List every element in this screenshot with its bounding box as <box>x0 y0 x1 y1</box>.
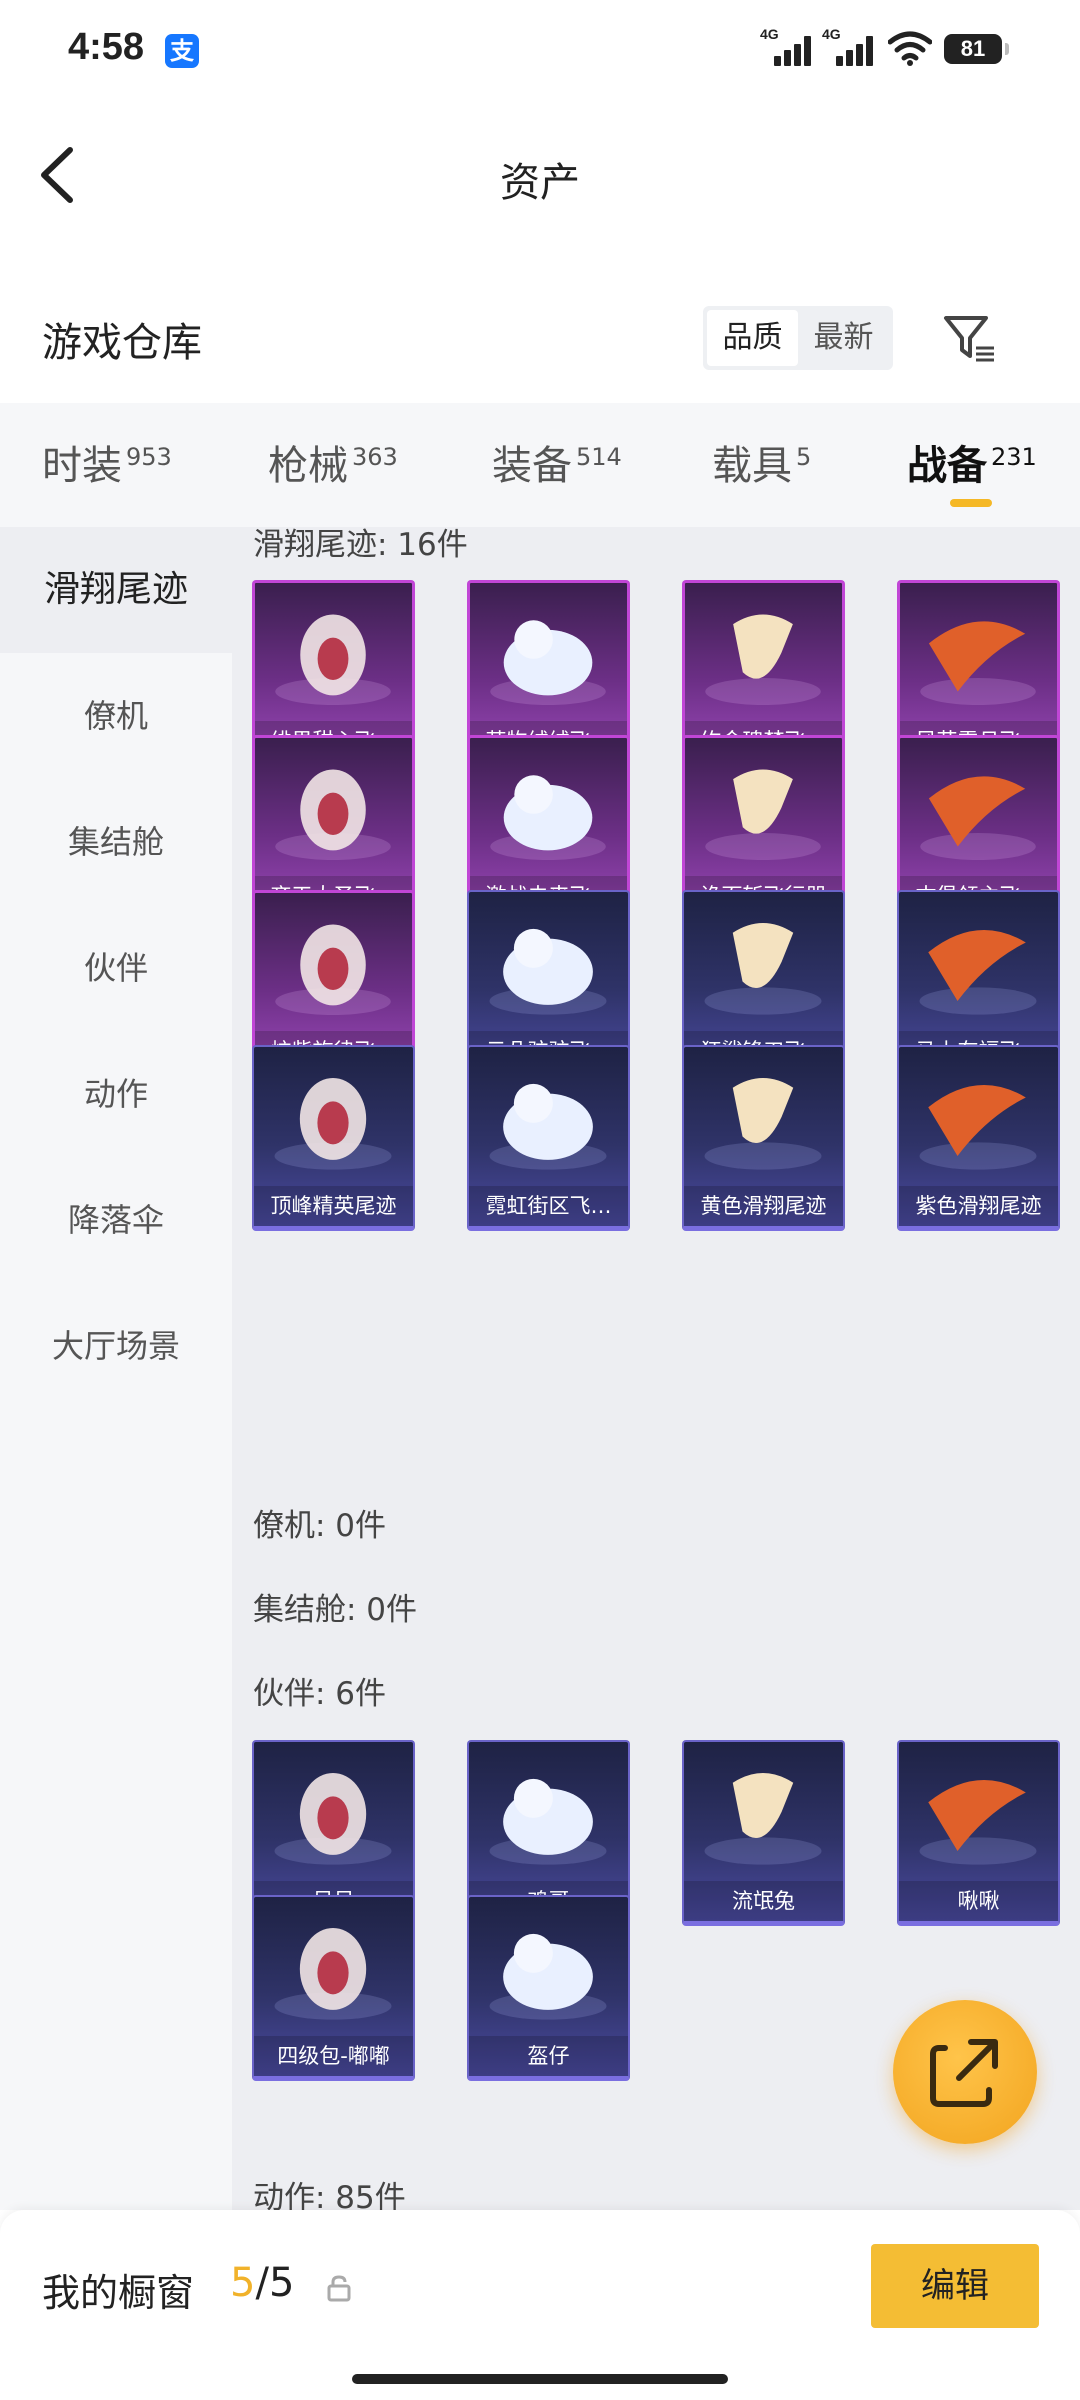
sidebar-item-lobby-scene[interactable]: 大厅场景 <box>0 1283 232 1409</box>
home-indicator <box>352 2374 728 2384</box>
partner-item-thumbnail-image <box>274 1927 392 2020</box>
sort-quality-option[interactable]: 品质 <box>707 310 798 366</box>
sidebar-item-wingman[interactable]: 僚机 <box>0 653 232 779</box>
partner-item-card[interactable]: 啾啾 <box>897 1740 1060 1926</box>
trail-item-thumbnail-image <box>704 1077 822 1170</box>
tab-fashion[interactable]: 时装 953 <box>42 433 172 491</box>
trail-item-thumbnail-image <box>490 620 606 706</box>
trail-item-name: 黄色滑翔尾迹 <box>684 1186 843 1226</box>
tab-label: 载具 <box>712 443 792 489</box>
partner-item-card[interactable]: 盔仔 <box>467 1895 630 2081</box>
tab-count: 953 <box>126 442 172 471</box>
tab-tactical[interactable]: 战备 231 <box>907 433 1037 491</box>
trail-item-thumbnail-image <box>920 621 1036 706</box>
showcase-current: 5 <box>230 2260 256 2306</box>
partner-item-thumbnail-image <box>489 1778 607 1865</box>
section-header-glide-trails: 滑翔尾迹: 16件 <box>253 527 468 563</box>
section-header-partner: 伙伴: 6件 <box>253 1676 387 1712</box>
partner-item-thumbnail-image <box>274 1772 392 1865</box>
trail-item-name: 霓虹街区飞… <box>469 1186 628 1226</box>
partner-item-card[interactable]: 流氓兔 <box>682 1740 845 1926</box>
sidebar-item-parachute[interactable]: 降落伞 <box>0 1157 232 1283</box>
trail-item-thumbnail-image <box>705 769 821 861</box>
page-title: 资产 <box>500 160 580 206</box>
trail-item-thumbnail-image <box>704 922 822 1015</box>
tab-count: 514 <box>576 442 622 471</box>
partner-item-card[interactable]: 四级包-嘟嘟 <box>252 1895 415 2081</box>
lock-icon <box>327 2275 351 2302</box>
tab-count: 5 <box>796 442 812 471</box>
tab-vehicles[interactable]: 载具 5 <box>712 433 811 491</box>
showcase-separator: / <box>255 2260 269 2306</box>
edit-button[interactable]: 编辑 <box>871 2244 1039 2328</box>
sidebar-item-emote[interactable]: 动作 <box>0 1031 232 1157</box>
filter-button[interactable] <box>940 310 998 368</box>
partner-item-name: 盔仔 <box>469 2036 628 2076</box>
trail-item-thumbnail-image <box>919 929 1037 1015</box>
sidebar: 滑翔尾迹 僚机 集结舱 伙伴 动作 降落伞 大厅场景 <box>0 527 232 2210</box>
share-button[interactable] <box>893 2000 1037 2144</box>
tab-count: 363 <box>352 442 398 471</box>
sort-newest-option[interactable]: 最新 <box>798 310 889 366</box>
alipay-icon: 支 <box>165 34 199 68</box>
partner-item-thumbnail-image <box>489 1933 607 2020</box>
tab-label: 战备 <box>907 443 987 489</box>
showcase-total: 5 <box>268 2260 295 2306</box>
trail-item-thumbnail-image <box>489 1083 607 1170</box>
wifi-icon <box>888 31 932 66</box>
section-header-emote: 动作: 85件 <box>253 2180 406 2210</box>
trail-item-thumbnail-image <box>490 775 606 861</box>
section-header-wingman: 僚机: 0件 <box>253 1508 387 1544</box>
cell-signal-icon: 4G <box>822 26 882 70</box>
trail-item-thumbnail-image <box>919 1084 1037 1170</box>
trail-item-name: 顶峰精英尾迹 <box>254 1186 413 1226</box>
warehouse-header: 游戏仓库 品质 最新 <box>0 280 1080 390</box>
partner-item-thumbnail-image <box>919 1779 1037 1865</box>
trail-item-card[interactable]: 紫色滑翔尾迹 <box>897 1045 1060 1231</box>
trail-item-thumbnail-image <box>489 928 607 1015</box>
tab-label: 枪械 <box>268 443 348 489</box>
sidebar-item-partner[interactable]: 伙伴 <box>0 905 232 1031</box>
sidebar-item-glide-trails[interactable]: 滑翔尾迹 <box>0 527 232 653</box>
status-time: 4:58 <box>68 26 145 68</box>
tab-label: 装备 <box>492 443 572 489</box>
category-tabs: 时装 953 枪械 363 装备 514 载具 5 战备 231 <box>0 403 1080 527</box>
tab-label: 时装 <box>42 443 122 489</box>
nav-bar: 资产 <box>0 100 1080 250</box>
status-bar: 4:58 支 4G 4G 81 <box>0 0 1080 100</box>
partner-item-name: 啾啾 <box>899 1881 1058 1921</box>
trail-item-card[interactable]: 霓虹街区飞… <box>467 1045 630 1231</box>
trail-item-thumbnail-image <box>274 1077 392 1170</box>
cell-signal-icon: 4G <box>760 26 820 70</box>
showcase-count: 5/5 <box>230 2260 294 2306</box>
trail-item-thumbnail-image <box>705 614 821 706</box>
partner-item-name: 四级包-嘟嘟 <box>254 2036 413 2076</box>
trail-item-thumbnail-image <box>275 924 391 1016</box>
trail-item-name: 紫色滑翔尾迹 <box>899 1186 1058 1226</box>
sort-toggle: 品质 最新 <box>703 306 893 370</box>
trail-item-card[interactable]: 黄色滑翔尾迹 <box>682 1045 845 1231</box>
trail-item-thumbnail-image <box>275 614 391 706</box>
tab-firearms[interactable]: 枪械 363 <box>268 433 398 491</box>
tab-equipment[interactable]: 装备 514 <box>492 433 622 491</box>
tab-count: 231 <box>991 442 1037 471</box>
trail-item-thumbnail-image <box>275 769 391 861</box>
showcase-bar: 我的橱窗 5/5 编辑 <box>0 2210 1080 2400</box>
battery-icon: 81 <box>944 34 1009 64</box>
item-grid-panel[interactable]: 滑翔尾迹: 16件 绯果甜心飞…萌物绒绒飞…绚金瑰梦飞…风花雪月飞…齐天大圣飞…… <box>232 527 1080 2210</box>
showcase-label: 我的橱窗 <box>42 2271 195 2315</box>
sidebar-item-assembly-pod[interactable]: 集结舱 <box>0 779 232 905</box>
partner-item-name: 流氓兔 <box>684 1881 843 1921</box>
partner-item-thumbnail-image <box>704 1772 822 1865</box>
trail-item-card[interactable]: 顶峰精英尾迹 <box>252 1045 415 1231</box>
warehouse-title: 游戏仓库 <box>42 320 202 366</box>
trail-item-thumbnail-image <box>920 776 1036 861</box>
active-tab-indicator <box>950 499 992 507</box>
section-header-assembly-pod: 集结舱: 0件 <box>253 1592 418 1628</box>
